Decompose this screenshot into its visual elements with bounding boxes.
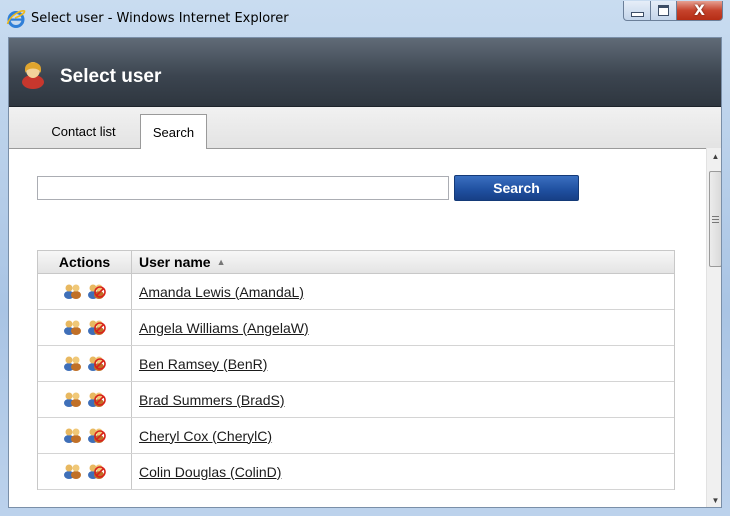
vertical-scrollbar[interactable]: ▲ ▼ <box>706 148 721 507</box>
tab-strip: Contact list Search <box>9 107 721 149</box>
add-users-icon[interactable] <box>63 462 82 482</box>
users-grid: Actions User name ▲ Amanda Lewis (Amanda… <box>37 250 675 490</box>
table-row: Colin Douglas (ColinD) <box>38 454 674 490</box>
sort-ascending-icon: ▲ <box>216 257 226 267</box>
tab-search[interactable]: Search <box>140 114 207 149</box>
search-button[interactable]: Search <box>454 175 579 201</box>
remove-users-icon[interactable] <box>87 354 106 374</box>
username-column-label: User name <box>139 254 211 270</box>
username-cell: Angela Williams (AngelaW) <box>132 310 674 345</box>
window-title: Select user - Windows Internet Explorer <box>31 11 289 26</box>
row-actions <box>38 310 132 345</box>
minimize-icon <box>630 12 644 17</box>
table-row: Angela Williams (AngelaW) <box>38 310 674 346</box>
row-actions <box>38 454 132 489</box>
scroll-up-button[interactable]: ▲ <box>707 148 721 165</box>
add-users-icon[interactable] <box>63 390 82 410</box>
window-frame: Select user - Windows Internet Explorer … <box>0 0 730 516</box>
row-actions <box>38 274 132 309</box>
username-link[interactable]: Ben Ramsey (BenR) <box>139 356 267 372</box>
username-cell: Amanda Lewis (AmandaL) <box>132 274 674 309</box>
row-actions <box>38 382 132 417</box>
remove-users-icon[interactable] <box>87 318 106 338</box>
dialog-header: Select user <box>9 38 721 107</box>
actions-column-header: Actions <box>38 251 132 273</box>
remove-users-icon[interactable] <box>87 462 106 482</box>
scroll-down-button[interactable]: ▼ <box>707 492 721 507</box>
maximize-button[interactable] <box>651 1 677 21</box>
username-cell: Ben Ramsey (BenR) <box>132 346 674 381</box>
username-cell: Colin Douglas (ColinD) <box>132 454 674 489</box>
search-input[interactable] <box>37 176 449 200</box>
minimize-button[interactable] <box>623 1 651 21</box>
title-bar[interactable]: Select user - Windows Internet Explorer … <box>0 0 730 37</box>
table-row: Cheryl Cox (CherylC) <box>38 418 674 454</box>
username-link[interactable]: Angela Williams (AngelaW) <box>139 320 309 336</box>
username-cell: Brad Summers (BradS) <box>132 382 674 417</box>
page-title: Select user <box>60 66 162 87</box>
username-link[interactable]: Cheryl Cox (CherylC) <box>139 428 272 444</box>
close-button[interactable]: X <box>677 1 723 21</box>
add-users-icon[interactable] <box>63 318 82 338</box>
table-row: Brad Summers (BradS) <box>38 382 674 418</box>
username-link[interactable]: Colin Douglas (ColinD) <box>139 464 281 480</box>
remove-users-icon[interactable] <box>87 390 106 410</box>
window-controls: X <box>623 1 723 23</box>
grid-header: Actions User name ▲ <box>38 251 674 274</box>
username-cell: Cheryl Cox (CherylC) <box>132 418 674 453</box>
row-actions <box>38 346 132 381</box>
add-users-icon[interactable] <box>63 426 82 446</box>
user-icon <box>22 62 44 89</box>
remove-users-icon[interactable] <box>87 426 106 446</box>
add-users-icon[interactable] <box>63 282 82 302</box>
tab-contact-list[interactable]: Contact list <box>30 114 137 148</box>
username-column-header[interactable]: User name ▲ <box>132 251 674 273</box>
dialog-content: Select user Contact list Search Search A… <box>8 37 722 508</box>
username-link[interactable]: Brad Summers (BradS) <box>139 392 284 408</box>
username-link[interactable]: Amanda Lewis (AmandaL) <box>139 284 304 300</box>
close-icon: X <box>694 2 705 19</box>
add-users-icon[interactable] <box>63 354 82 374</box>
remove-users-icon[interactable] <box>87 282 106 302</box>
table-row: Ben Ramsey (BenR) <box>38 346 674 382</box>
row-actions <box>38 418 132 453</box>
table-row: Amanda Lewis (AmandaL) <box>38 274 674 310</box>
scroll-thumb[interactable] <box>709 171 721 267</box>
maximize-icon <box>658 5 669 16</box>
grip-icon <box>712 215 719 223</box>
internet-explorer-icon <box>6 10 26 28</box>
